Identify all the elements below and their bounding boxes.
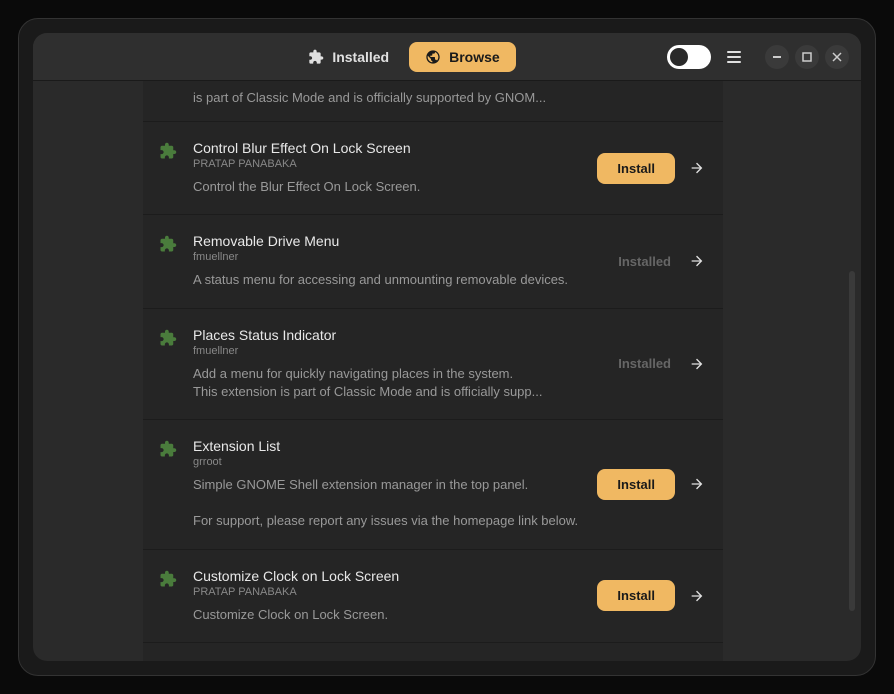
maximize-button[interactable] <box>795 45 819 69</box>
content-area: is part of Classic Mode and is officiall… <box>33 81 861 661</box>
extension-description: is part of Classic Mode and is officiall… <box>193 89 707 107</box>
minimize-button[interactable] <box>765 45 789 69</box>
extension-description: A status menu for accessing and unmounti… <box>193 271 598 289</box>
details-button[interactable] <box>687 354 707 374</box>
puzzle-icon <box>159 570 177 588</box>
puzzle-icon <box>159 235 177 253</box>
list-item[interactable]: GameMode gicmo Status indicator for Game… <box>143 643 723 661</box>
list-item[interactable]: is part of Classic Mode and is officiall… <box>143 81 723 122</box>
extension-title: Customize Clock on Lock Screen <box>193 568 581 584</box>
scrollbar[interactable] <box>849 271 855 611</box>
extension-description: Simple GNOME Shell extension manager in … <box>193 476 581 531</box>
list-item[interactable]: Control Blur Effect On Lock Screen PRATA… <box>143 122 723 215</box>
installed-label: Installed <box>614 348 675 379</box>
extension-title: Control Blur Effect On Lock Screen <box>193 140 581 156</box>
arrow-right-icon <box>689 160 705 176</box>
header-bar: Installed Browse <box>33 33 861 81</box>
tab-installed-label: Installed <box>332 49 389 65</box>
details-button[interactable] <box>687 158 707 178</box>
details-button[interactable] <box>687 251 707 271</box>
extension-title: Removable Drive Menu <box>193 233 598 249</box>
list-item[interactable]: Extension List grroot Simple GNOME Shell… <box>143 420 723 550</box>
puzzle-icon <box>159 142 177 160</box>
extension-description: Customize Clock on Lock Screen. <box>193 606 581 624</box>
list-item[interactable]: Customize Clock on Lock Screen PRATAP PA… <box>143 550 723 643</box>
extension-author: fmuellner <box>193 345 598 357</box>
close-button[interactable] <box>825 45 849 69</box>
extension-description: Control the Blur Effect On Lock Screen. <box>193 178 581 196</box>
install-button[interactable]: Install <box>597 469 675 500</box>
theme-toggle[interactable] <box>667 45 711 69</box>
tab-browse-label: Browse <box>449 49 500 65</box>
puzzle-icon <box>308 49 324 65</box>
arrow-right-icon <box>689 253 705 269</box>
list-item[interactable]: Removable Drive Menu fmuellner A status … <box>143 215 723 308</box>
extension-author: grroot <box>193 456 581 468</box>
extension-author: PRATAP PANABAKA <box>193 586 581 598</box>
arrow-right-icon <box>689 588 705 604</box>
extension-list: is part of Classic Mode and is officiall… <box>143 81 723 661</box>
close-icon <box>832 52 842 62</box>
extension-description: Add a menu for quickly navigating places… <box>193 365 598 401</box>
extension-author: fmuellner <box>193 251 598 263</box>
details-button[interactable] <box>687 474 707 494</box>
install-button[interactable]: Install <box>597 153 675 184</box>
minimize-icon <box>772 52 782 62</box>
details-button[interactable] <box>687 586 707 606</box>
maximize-icon <box>802 52 812 62</box>
install-button[interactable]: Install <box>597 580 675 611</box>
arrow-right-icon <box>689 476 705 492</box>
extension-title: Places Status Indicator <box>193 327 598 343</box>
arrow-right-icon <box>689 356 705 372</box>
puzzle-icon <box>159 440 177 458</box>
installed-label: Installed <box>614 246 675 277</box>
list-item[interactable]: Places Status Indicator fmuellner Add a … <box>143 309 723 420</box>
extension-title: Extension List <box>193 438 581 454</box>
app-window: Installed Browse <box>33 33 861 661</box>
extension-author: PRATAP PANABAKA <box>193 158 581 170</box>
puzzle-icon <box>159 329 177 347</box>
view-switcher: Installed Browse <box>292 42 515 72</box>
tab-installed[interactable]: Installed <box>292 42 405 72</box>
menu-button[interactable] <box>721 45 747 69</box>
globe-icon <box>425 49 441 65</box>
tab-browse[interactable]: Browse <box>409 42 516 72</box>
